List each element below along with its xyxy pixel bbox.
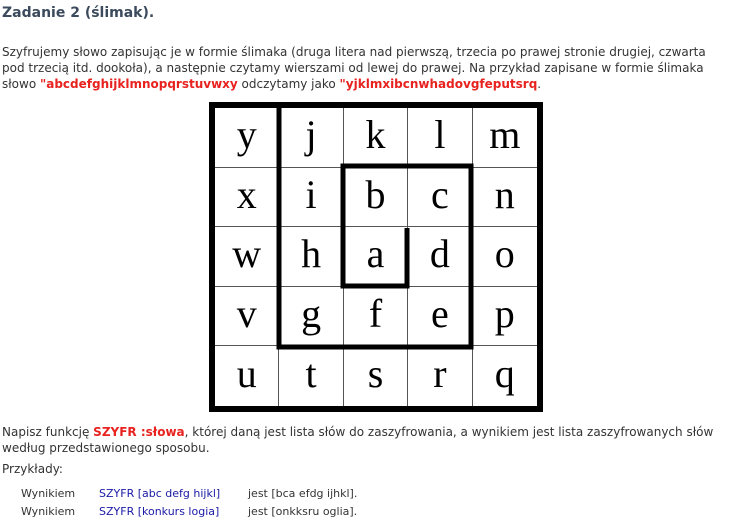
task-line-2: według przedstawionego sposobu. [2,441,210,455]
letter-grid: y j k l m x i b c n w h a d o v g f e p … [209,102,543,412]
grid-cell: h [279,227,344,287]
intro-line-3a: słowo [2,77,40,91]
task-line-1b: , której daną jest lista słów do zaszyfr… [184,425,714,439]
task-paragraph: Napisz funkcję SZYFR :słowa, której daną… [2,424,753,456]
task-line-1a: Napisz funkcję [2,425,94,439]
grid-cell: f [343,286,409,347]
example-row: Wynikiem SZYFR [abc defg hijkl] jest [bc… [21,487,721,501]
grid-cell: x [215,167,280,228]
grid-cell: n [472,168,537,228]
grid-cell: a [343,227,409,287]
grid-cell: s [344,346,409,406]
grid-cell: g [279,286,344,347]
grid-cell: k [343,108,409,168]
grid-cell: l [408,108,473,168]
examples-label: Przykłady: [2,462,63,476]
grid-cell: p [472,287,537,347]
grid-cell: u [215,346,280,406]
example-row: Wynikiem SZYFR [konkurs logia] jest [onk… [21,505,721,519]
grid-cell: w [215,227,280,287]
grid-cell: y [215,108,280,168]
intro-line-1: Szyfrujemy słowo zapisując je w formie ś… [2,45,706,59]
task-title: Zadanie 2 (ślimak). [2,5,155,21]
grid-cell: q [494,351,515,397]
grid-cell: i [279,167,344,228]
example-result: jest [onkksru oglia]. [248,505,358,518]
example-word: "abcdefghijklmnopqrstuvwxy [39,77,238,91]
intro-line-3c: . [537,77,542,91]
example-call: SZYFR [konkurs logia] [99,505,220,518]
grid-cell: v [215,286,280,347]
grid-cell: m [472,108,537,168]
example-prefix: Wynikiem [21,487,76,500]
grid-cell: e [408,286,473,347]
grid-cell: o [472,227,537,287]
example-prefix: Wynikiem [21,505,76,518]
grid-cell: b [343,167,409,228]
grid-cell: j [279,108,344,168]
function-name: SZYFR :słowa [93,425,185,439]
grid-cell: d [408,227,473,287]
grid-cell: t [279,346,344,406]
grid-cell: c [408,167,473,228]
intro-paragraph: Szyfrujemy słowo zapisując je w formie ś… [2,44,753,92]
example-call: SZYFR [abc defg hijkl] [99,487,221,500]
grid-cell: r [408,346,473,406]
example-encoded: "yjklmxibcnwhadovgfeputsrq [339,77,538,91]
intro-line-2: pod trzecią itd. dookoła), a następnie c… [2,61,704,75]
example-result: jest [bca efdg ijhkl]. [248,487,358,500]
spiral-grid-figure: y j k l m x i b c n w h a d o v g f e p … [209,102,543,412]
intro-line-3b: odczytamy jako [237,77,340,91]
